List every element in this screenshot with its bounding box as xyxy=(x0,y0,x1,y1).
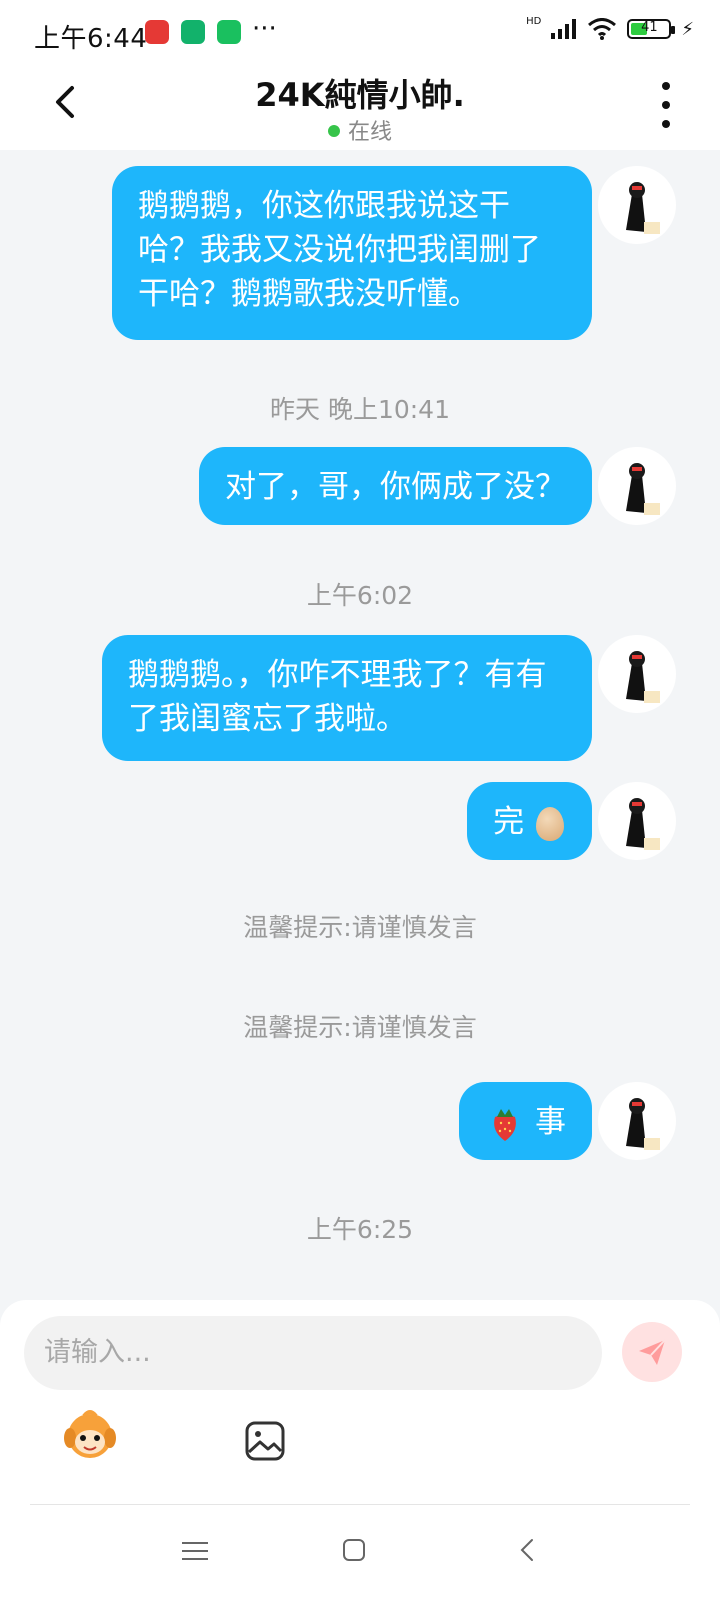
home-icon[interactable] xyxy=(342,1538,366,1562)
avatar[interactable] xyxy=(598,166,676,244)
message-text: 完 xyxy=(493,804,525,840)
wifi-icon xyxy=(588,18,617,40)
strawberry-emoji-icon xyxy=(494,1108,517,1141)
timestamp: 昨天 晚上10:41 xyxy=(270,395,450,424)
online-dot-icon xyxy=(327,125,340,137)
message-bubble[interactable]: 鹅鹅鹅。，你咋不理我了？有有了我闺蜜忘了我啦。 xyxy=(102,635,592,761)
sticker-icon[interactable] xyxy=(62,1408,118,1460)
shield-app-icon xyxy=(181,20,205,44)
egg-emoji-icon xyxy=(536,806,564,841)
more-notifications-icon: ··· xyxy=(252,14,277,44)
presence-label: 在线 xyxy=(347,120,392,145)
menu-icon[interactable] xyxy=(182,1540,208,1562)
presence-status: 在线 xyxy=(0,114,720,146)
message-list[interactable]: 鹅鹅鹅，你这你跟我说这干哈？我我又没说你把我闺删了干哈？鹅鹅歌我没听懂。 昨天 … xyxy=(0,150,720,1300)
system-navigation-bar xyxy=(0,1526,720,1586)
network-label: HD xyxy=(526,15,542,27)
status-time: 上午6:44 xyxy=(34,24,148,54)
wechat-icon xyxy=(217,20,241,44)
notice: 温馨提示:请谨慎发言 xyxy=(243,913,477,942)
notice: 温馨提示:请谨慎发言 xyxy=(243,1013,477,1042)
message-bubble[interactable]: 鹅鹅鹅，你这你跟我说这干哈？我我又没说你把我闺删了干哈？鹅鹅歌我没听懂。 xyxy=(112,166,592,340)
app-notification-icon xyxy=(145,20,169,44)
image-icon[interactable] xyxy=(244,1420,286,1462)
divider xyxy=(30,1504,690,1505)
notification-icons xyxy=(145,20,241,44)
send-icon xyxy=(639,1339,666,1365)
message-text: 对了，哥，你俩成了没？ xyxy=(225,469,566,505)
message-bubble[interactable]: 事 xyxy=(459,1082,592,1160)
avatar[interactable] xyxy=(598,782,676,860)
avatar[interactable] xyxy=(598,447,676,525)
avatar[interactable] xyxy=(598,1082,676,1160)
more-options-icon[interactable] xyxy=(660,82,672,128)
message-text: 事 xyxy=(535,1104,566,1140)
send-button[interactable] xyxy=(622,1322,682,1382)
avatar[interactable] xyxy=(598,635,676,713)
message-text: 鹅鹅鹅。，你咋不理我了？有有了我闺蜜忘了我啦。 xyxy=(128,657,547,737)
message-text: 鹅鹅鹅，你这你跟我说这干哈？我我又没说你把我闺删了干哈？鹅鹅歌我没听懂。 xyxy=(138,188,541,312)
back-icon[interactable] xyxy=(518,1536,536,1564)
timestamp: 上午6:02 xyxy=(306,581,414,610)
message-bubble[interactable]: 对了，哥，你俩成了没？ xyxy=(199,447,592,525)
status-bar: 上午6:44 ··· HD 41 ⚡ xyxy=(0,0,720,64)
signal-icon xyxy=(551,19,577,39)
contact-name: 24K純情小帥. xyxy=(255,76,465,114)
battery-icon: 41 xyxy=(627,19,676,39)
battery-level: 41 xyxy=(641,20,658,35)
message-input[interactable]: 请输入... xyxy=(24,1316,602,1390)
message-bubble[interactable]: 完 xyxy=(467,782,592,860)
system-status: HD 41 ⚡ xyxy=(526,15,694,40)
charging-icon: ⚡ xyxy=(681,18,694,40)
timestamp: 上午6:25 xyxy=(306,1215,414,1244)
chat-header: 24K純情小帥. 在线 xyxy=(0,64,720,150)
composer: 请输入... xyxy=(0,1300,720,1600)
